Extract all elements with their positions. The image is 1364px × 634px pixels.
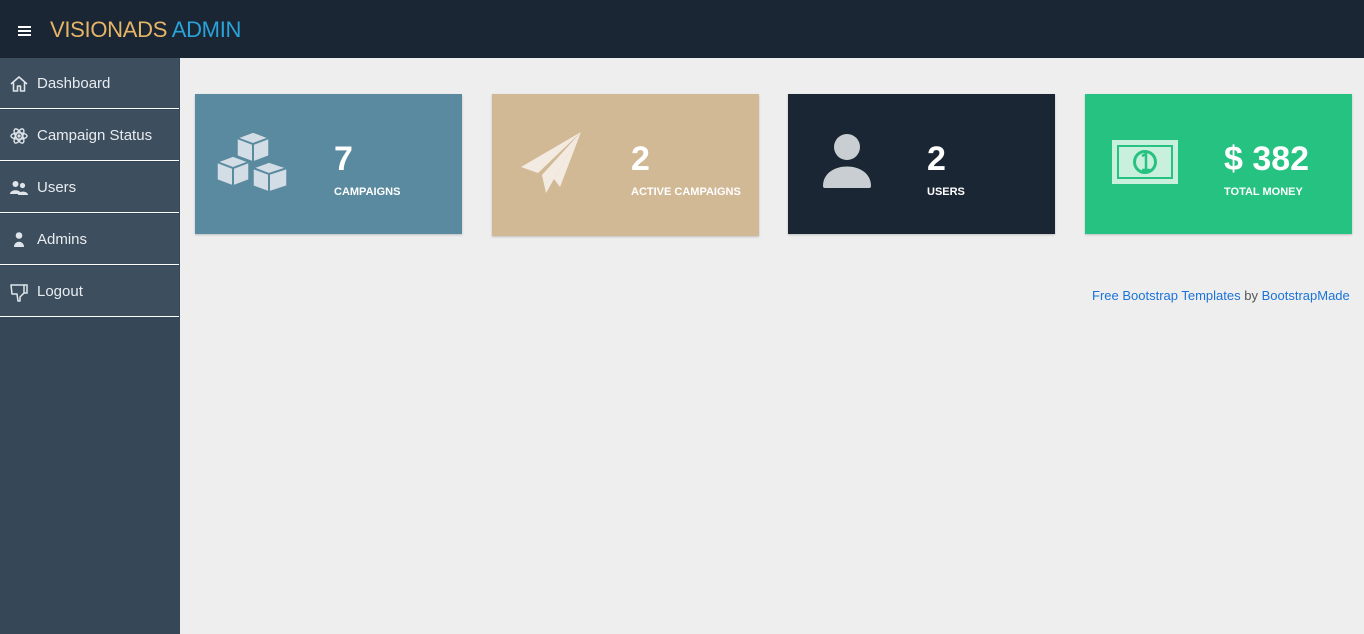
stat-card-users[interactable]: 2 USERS	[788, 94, 1055, 234]
stat-value: 2	[927, 140, 946, 178]
stat-caption: TOTAL MONEY	[1224, 186, 1303, 198]
sidebar-item-label: Logout	[37, 283, 83, 300]
paper-plane-icon	[521, 132, 581, 193]
free-templates-link[interactable]: Free Bootstrap Templates	[1092, 288, 1241, 303]
money-bill-icon	[1112, 140, 1178, 184]
sidebar: Dashboard Campaign Status Users Admins L…	[0, 58, 180, 634]
brand-logo[interactable]: VISIONADS ADMIN	[50, 16, 241, 44]
sidebar-item-dashboard[interactable]: Dashboard	[0, 58, 179, 109]
home-icon	[10, 76, 28, 92]
brand-name: VISIONADS	[50, 17, 168, 42]
sidebar-item-label: Campaign Status	[37, 127, 153, 144]
sidebar-item-label: Dashboard	[37, 75, 111, 92]
atom-icon	[10, 128, 28, 144]
stat-caption: ACTIVE CAMPAIGNS	[631, 186, 741, 198]
top-navbar: VISIONADS ADMIN	[0, 0, 1364, 58]
stat-card-campaigns[interactable]: 7 CAMPAIGNS	[195, 94, 462, 234]
footer-by-text: by	[1244, 288, 1258, 303]
stat-value: $ 382	[1224, 140, 1310, 178]
sidebar-item-label: Users	[37, 179, 77, 196]
sidebar-item-users[interactable]: Users	[0, 162, 179, 213]
stat-card-active-campaigns[interactable]: 2 ACTIVE CAMPAIGNS	[492, 94, 759, 236]
sidebar-item-logout[interactable]: Logout	[0, 266, 179, 317]
cubes-icon	[216, 132, 288, 193]
thumbs-down-icon	[10, 284, 28, 302]
stat-card-total-money[interactable]: $ 382 TOTAL MONEY	[1085, 94, 1352, 234]
footer-credits: Free Bootstrap Templates by BootstrapMad…	[1092, 288, 1350, 303]
user-icon	[14, 232, 24, 247]
hamburger-icon[interactable]	[15, 20, 35, 40]
stat-caption: CAMPAIGNS	[334, 186, 401, 198]
sidebar-item-admins[interactable]: Admins	[0, 214, 179, 265]
user-icon	[823, 134, 871, 188]
stat-value: 2	[631, 140, 650, 178]
stat-caption: USERS	[927, 186, 965, 198]
bootstrapmade-link[interactable]: BootstrapMade	[1262, 288, 1350, 303]
brand-suffix: ADMIN	[171, 17, 242, 42]
users-icon	[10, 181, 28, 195]
sidebar-item-label: Admins	[37, 231, 88, 248]
sidebar-item-campaign-status[interactable]: Campaign Status	[0, 110, 179, 161]
stat-value: 7	[334, 140, 353, 178]
